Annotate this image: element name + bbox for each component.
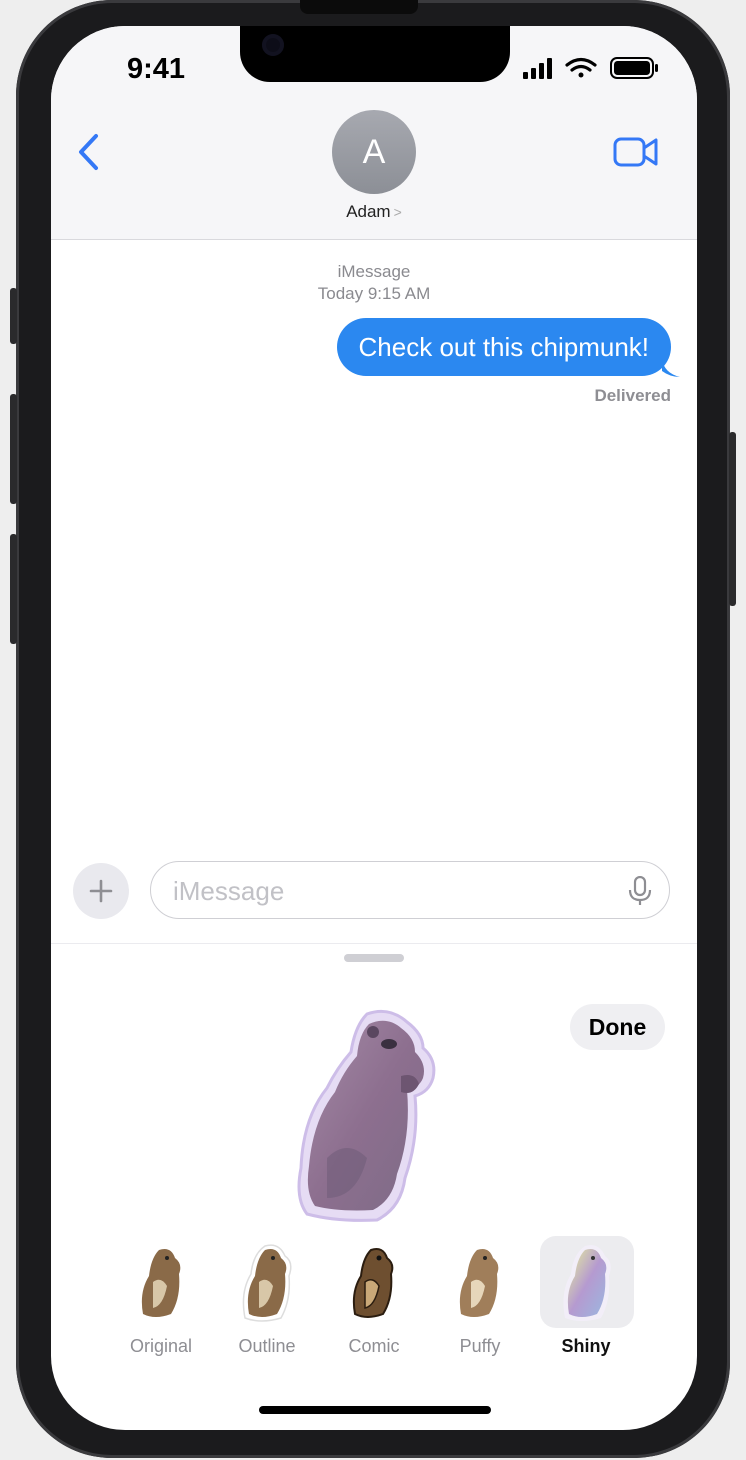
chipmunk-puffy-sticker-icon xyxy=(459,1249,499,1317)
volume-up-button xyxy=(10,394,17,504)
home-indicator[interactable] xyxy=(259,1406,491,1414)
effect-outline[interactable] xyxy=(220,1236,314,1328)
effect-original[interactable] xyxy=(114,1236,208,1328)
chevron-right-icon: > xyxy=(393,204,402,220)
message-input[interactable] xyxy=(171,862,605,920)
delivery-status: Delivered xyxy=(594,386,671,405)
bubble-tail xyxy=(662,359,680,377)
plus-icon xyxy=(89,879,113,903)
panel-divider xyxy=(51,943,697,944)
silent-switch xyxy=(10,288,17,344)
thread-timestamp: Today 9:15 AM xyxy=(317,284,431,303)
notch xyxy=(240,26,510,82)
battery-icon xyxy=(610,57,658,79)
effect-label-shiny: Shiny xyxy=(561,1336,611,1356)
contact-avatar[interactable]: A xyxy=(332,110,416,194)
effect-label-puffy: Puffy xyxy=(459,1336,501,1356)
done-button[interactable]: Done xyxy=(570,1004,665,1050)
status-icons xyxy=(523,57,658,79)
add-attachment-button[interactable] xyxy=(73,863,129,919)
effect-shiny[interactable] xyxy=(540,1236,634,1328)
power-button xyxy=(729,432,736,606)
chipmunk-comic-sticker-icon xyxy=(352,1248,394,1318)
wifi-icon xyxy=(565,57,597,78)
back-chevron-icon[interactable] xyxy=(75,130,103,174)
effect-puffy[interactable] xyxy=(432,1236,526,1328)
chipmunk-shiny-sticker-icon xyxy=(563,1245,611,1321)
phone-screen: 9:41 A Adam > iMessage Today 9:15 AM Chec… xyxy=(51,26,697,1430)
sticker-preview xyxy=(297,1009,436,1222)
effect-label-comic: Comic xyxy=(348,1336,400,1356)
chipmunk-outline-sticker-icon xyxy=(242,1244,292,1322)
effect-label-original: Original xyxy=(129,1336,193,1356)
chipmunk-sticker-icon xyxy=(141,1249,181,1317)
video-camera-icon[interactable] xyxy=(613,136,659,168)
message-input-field[interactable] xyxy=(150,861,670,920)
microphone-icon[interactable] xyxy=(625,876,655,906)
contact-name-row[interactable]: Adam > xyxy=(51,202,697,222)
effect-comic[interactable] xyxy=(326,1236,420,1328)
sheet-grabber[interactable] xyxy=(344,954,404,962)
effect-label-outline: Outline xyxy=(238,1336,296,1356)
front-camera xyxy=(262,34,284,56)
earpiece-speaker xyxy=(300,0,418,14)
cellular-signal-icon xyxy=(523,58,552,79)
service-label: iMessage xyxy=(337,262,411,281)
message-bubble-sent[interactable]: Check out this chipmunk! xyxy=(336,318,671,376)
volume-down-button xyxy=(10,534,17,644)
contact-name: Adam xyxy=(346,202,391,221)
status-time: 9:41 xyxy=(127,53,186,85)
